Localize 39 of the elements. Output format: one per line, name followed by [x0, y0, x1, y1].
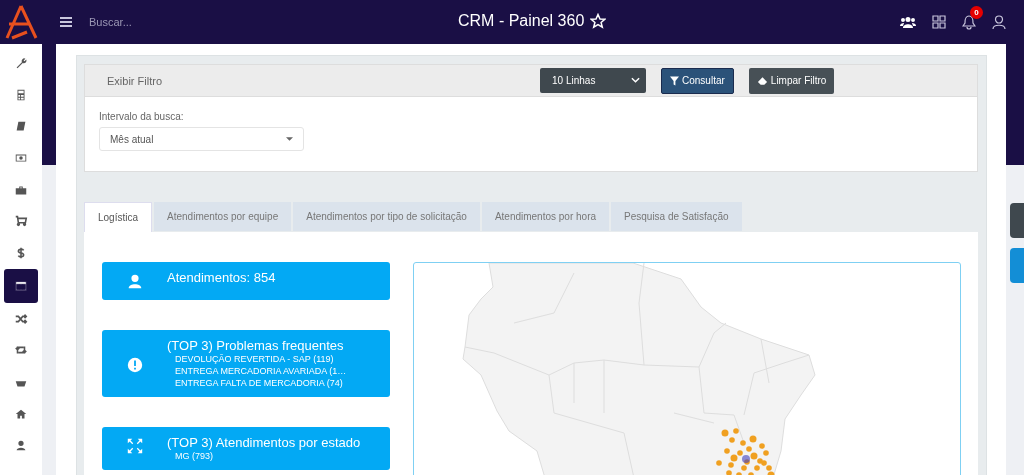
chevron-icon: [631, 77, 640, 83]
interval-label: Intervalo da busca:: [99, 111, 185, 122]
expand-icon: [125, 437, 144, 455]
show-filter-link[interactable]: Exibir Filtro: [107, 74, 162, 87]
card-line: DEVOLUÇÃO REVERTIDA - SAP (119): [175, 353, 335, 365]
page-title: CRM - Painel 360: [458, 12, 585, 30]
query-button[interactable]: Consultar: [661, 67, 734, 94]
card-line: MG (793): [175, 450, 214, 462]
user-icon: [14, 438, 28, 453]
star-icon[interactable]: [590, 13, 607, 29]
grid-icon[interactable]: [932, 15, 946, 29]
tab[interactable]: Logística: [84, 202, 153, 232]
sidebar-item[interactable]: [4, 268, 38, 303]
card-line: ENTREGA FALTA DE MERCADORIA (74): [175, 377, 344, 389]
user-icon[interactable]: [992, 14, 1006, 30]
tab[interactable]: Atendimentos por tipo de solicitação: [293, 202, 480, 231]
notification-badge: 0: [970, 6, 983, 19]
bell-icon[interactable]: [962, 14, 976, 30]
card-line: ENTREGA MERCADORIA AVARIADA (1…: [175, 365, 347, 377]
cart-icon: [14, 214, 28, 229]
caret-icon: [286, 137, 293, 141]
wrench-icon: [14, 55, 28, 70]
interval-select[interactable]: Mês atual: [99, 127, 304, 151]
clear-filter-button[interactable]: Limpar Filtro: [748, 67, 835, 94]
side-handle[interactable]: [1010, 248, 1024, 283]
rows-select[interactable]: 10 Linhas: [540, 67, 646, 93]
filter-icon: [670, 75, 679, 86]
logo-icon: [3, 4, 39, 40]
group-icon[interactable]: [900, 15, 916, 29]
tab[interactable]: Pesquisa de Satisfação: [611, 202, 742, 231]
tab[interactable]: Atendimentos por hora: [481, 202, 610, 231]
side-handle[interactable]: [1010, 203, 1024, 238]
menu-icon[interactable]: [59, 16, 73, 28]
card-title: (TOP 3) Atendimentos por estado: [167, 435, 361, 450]
alert-icon: [125, 355, 144, 374]
tab[interactable]: Atendimentos por equipe: [154, 202, 292, 231]
card-title: (TOP 3) Problemas frequentes: [167, 338, 345, 353]
card-title: Atendimentos: 854: [167, 270, 276, 285]
search-field[interactable]: Buscar...: [87, 15, 211, 29]
